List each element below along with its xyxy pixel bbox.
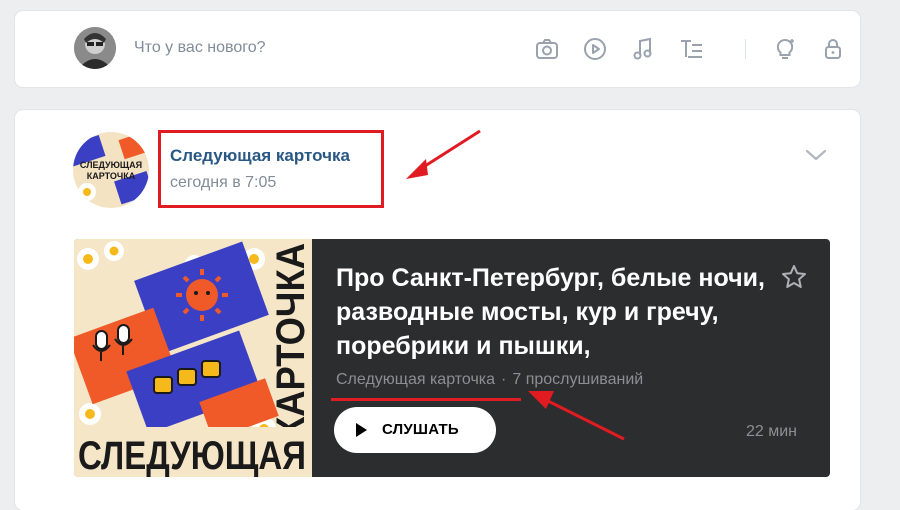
- post-composer: Что у вас нового?: [15, 11, 860, 87]
- annotation-underline: [331, 398, 521, 401]
- podcast-duration: 22 мин: [746, 423, 798, 440]
- annotation-arrow-icon: [528, 391, 625, 441]
- community-avatar[interactable]: СЛЕДУЮЩАЯ КАРТОЧКА: [73, 132, 149, 208]
- star-icon[interactable]: [780, 263, 808, 291]
- post-author-link[interactable]: Следующая карточка: [170, 146, 350, 166]
- toolbar-divider: [745, 39, 746, 59]
- play-icon: [356, 423, 367, 437]
- podcast-channel-link[interactable]: Следующая карточка: [336, 371, 495, 388]
- meta-separator: ·: [501, 371, 507, 388]
- svg-text:КАРТОЧКА: КАРТОЧКА: [87, 171, 136, 181]
- music-icon[interactable]: [629, 35, 657, 63]
- svg-text:СЛЕДУЮЩАЯ: СЛЕДУЮЩАЯ: [80, 160, 142, 170]
- listen-button-label: СЛУШАТЬ: [382, 421, 459, 438]
- cover-vertical-text: КАРТОЧКА: [269, 243, 312, 439]
- video-icon[interactable]: [581, 35, 609, 63]
- post-timestamp[interactable]: сегодня в 7:05: [170, 174, 276, 192]
- listen-button[interactable]: СЛУШАТЬ: [334, 407, 496, 453]
- cover-horizontal-text: СЛЕДУЮЩАЯ: [78, 434, 306, 477]
- user-avatar[interactable]: [74, 27, 116, 69]
- camera-icon[interactable]: [533, 35, 561, 63]
- annotation-arrow-icon: [406, 129, 481, 179]
- ideas-icon[interactable]: [771, 35, 799, 63]
- podcast-attachment[interactable]: КАРТОЧКА СЛЕДУЮЩАЯ Про Санкт-Петербург, …: [74, 239, 830, 477]
- lock-icon[interactable]: [819, 35, 847, 63]
- podcast-title[interactable]: Про Санкт-Петербург, белые ночи, разводн…: [336, 261, 776, 363]
- chevron-down-icon[interactable]: [805, 148, 827, 162]
- text-format-icon[interactable]: [677, 35, 705, 63]
- annotation-highlight-box: [158, 130, 384, 208]
- composer-input[interactable]: Что у вас нового?: [134, 39, 266, 57]
- podcast-cover[interactable]: КАРТОЧКА СЛЕДУЮЩАЯ: [74, 239, 312, 477]
